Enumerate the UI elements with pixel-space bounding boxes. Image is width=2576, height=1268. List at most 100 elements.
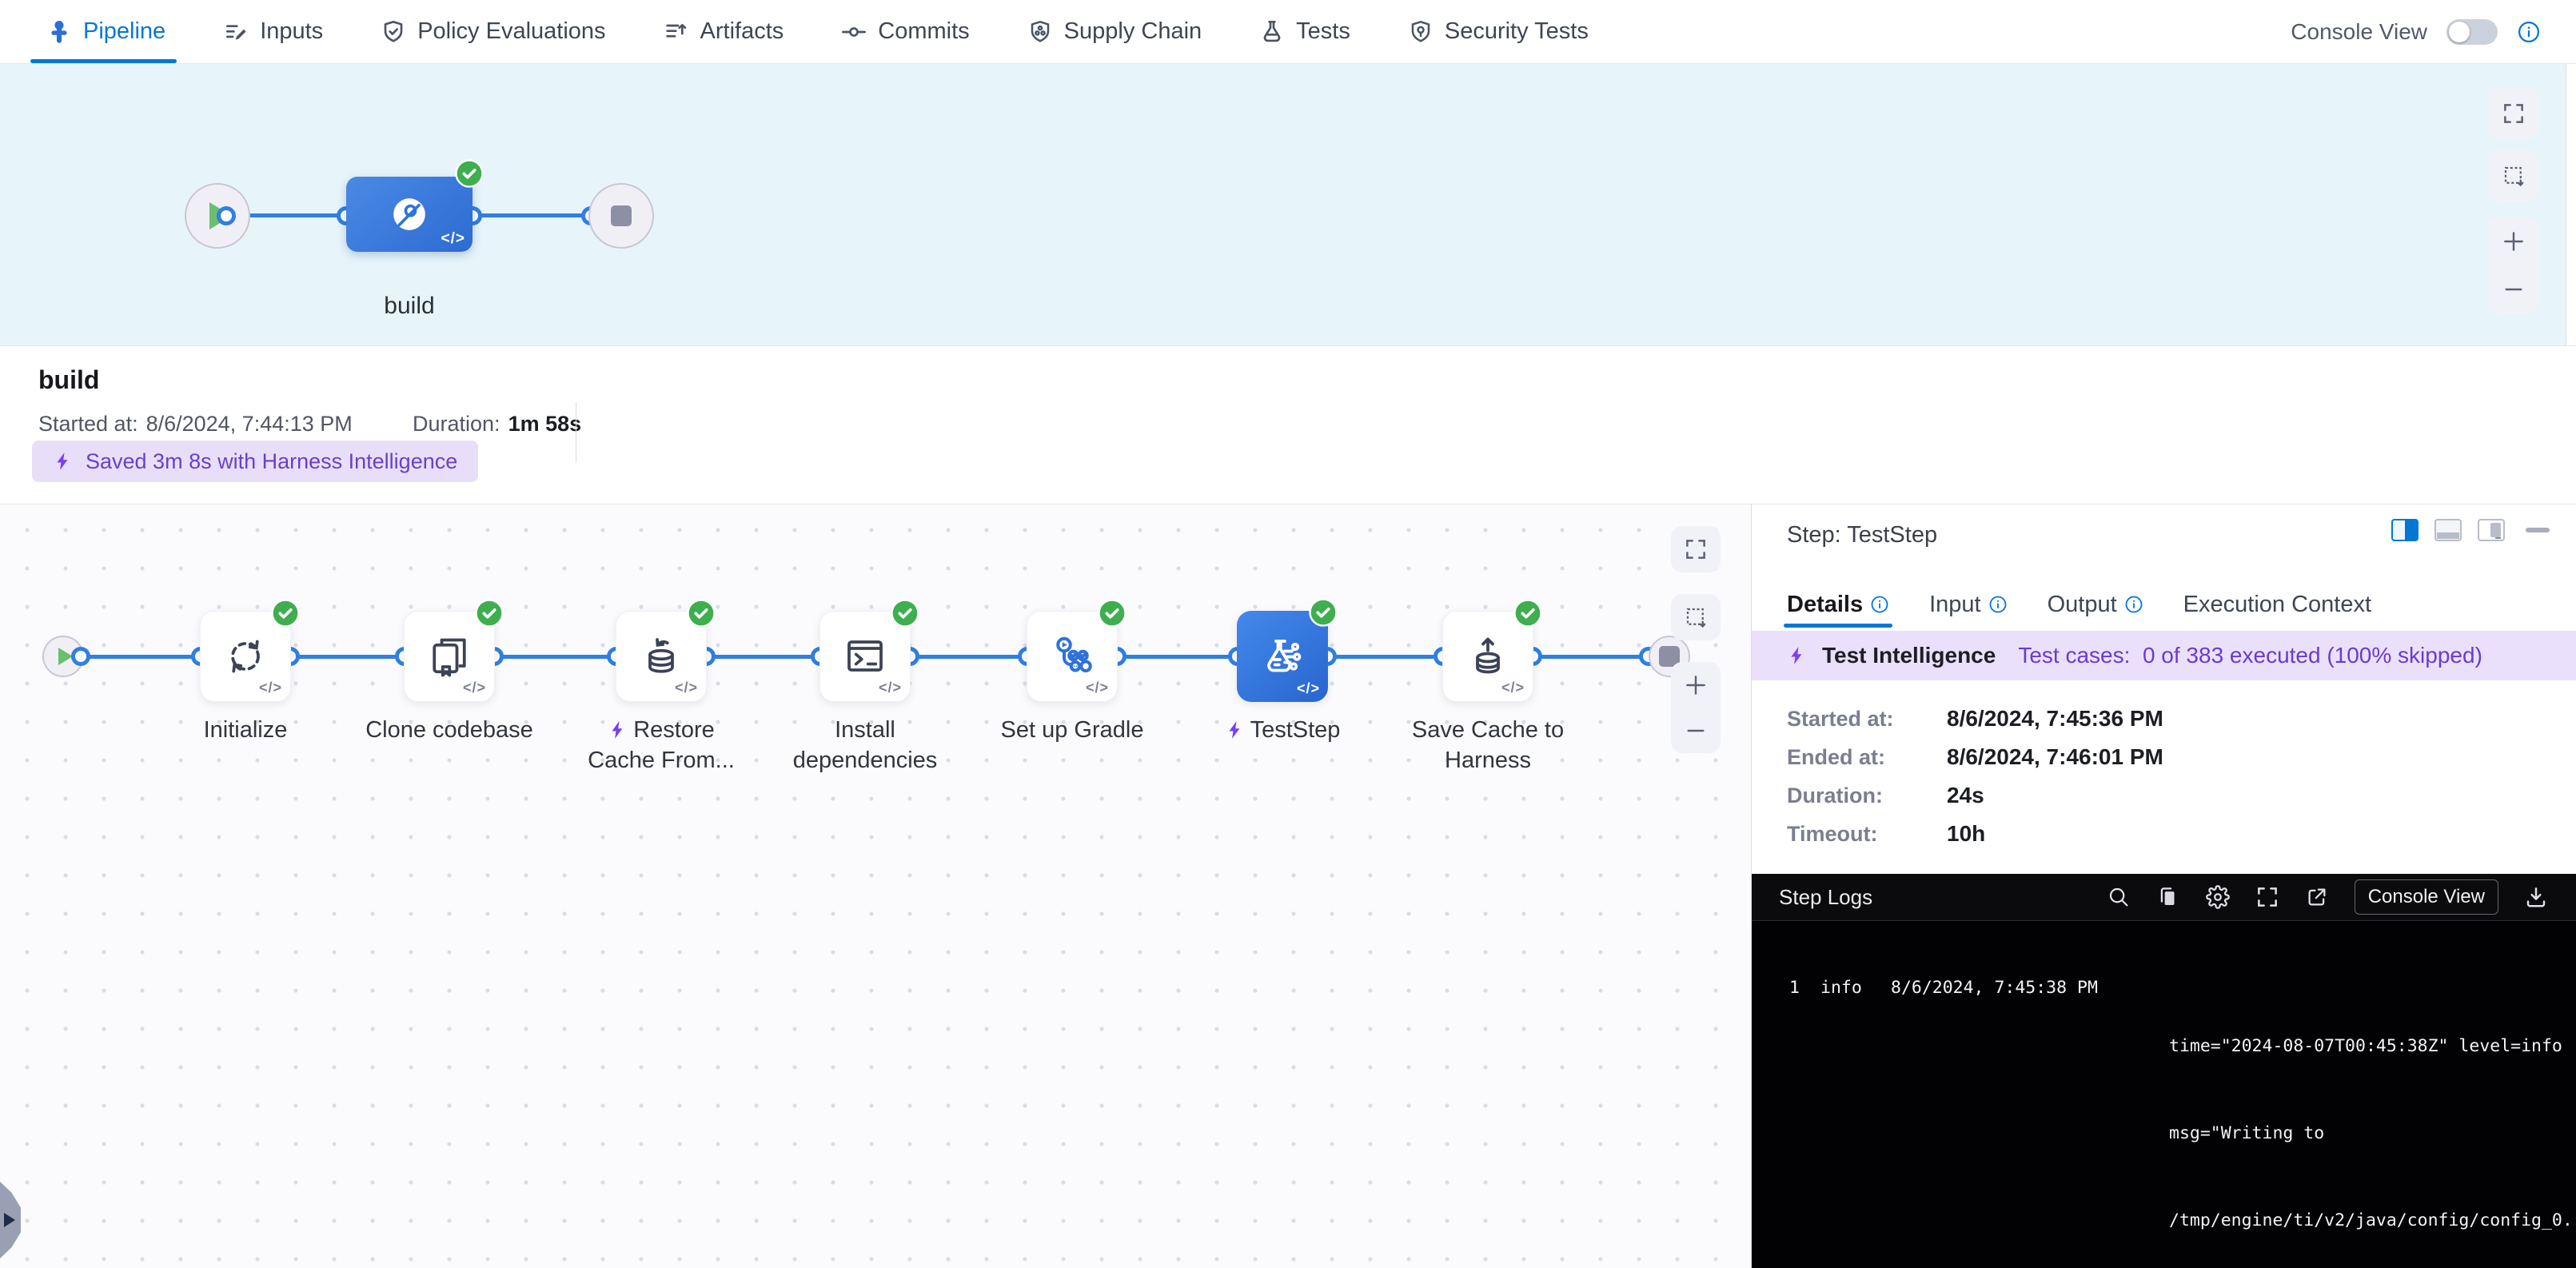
copy-icon[interactable] bbox=[2156, 885, 2180, 909]
git-commit-icon bbox=[841, 19, 867, 45]
zoom-out-button[interactable] bbox=[1671, 710, 1721, 752]
shield-check-icon bbox=[381, 19, 406, 45]
play-icon bbox=[58, 648, 73, 665]
panel-layout-controls bbox=[2391, 519, 2550, 541]
lightning-icon bbox=[53, 451, 74, 472]
tab-label: Inputs bbox=[260, 18, 323, 45]
code-glyph: </> bbox=[675, 680, 698, 696]
panel-title: Step: TestStep bbox=[1787, 522, 1937, 548]
step-node-install-dependencies[interactable]: </> bbox=[819, 611, 911, 702]
fit-to-screen-button[interactable] bbox=[2488, 88, 2539, 139]
step-logs-header: Step Logs bbox=[1752, 874, 2576, 920]
duration-label: Duration: bbox=[413, 412, 500, 437]
code-glyph: </> bbox=[879, 680, 902, 696]
fullscreen-icon[interactable] bbox=[2255, 885, 2279, 909]
shield-nodes-icon bbox=[1027, 19, 1053, 45]
connector-endpoint bbox=[217, 206, 236, 225]
toggle-knob bbox=[2449, 22, 2470, 42]
tab-pipeline[interactable]: Pipeline bbox=[46, 0, 165, 63]
top-nav: Pipeline Inputs Policy Evaluations Artif… bbox=[0, 0, 2576, 64]
info-icon[interactable] bbox=[2124, 595, 2143, 614]
console-view-control: Console View bbox=[2291, 19, 2541, 45]
detail-row-started: Started at: 8/6/2024, 7:45:36 PM bbox=[1787, 706, 2163, 732]
success-check-icon bbox=[687, 599, 716, 628]
layout-right-panel-icon[interactable] bbox=[2478, 519, 2505, 541]
log-message: time="2024-08-07T00:45:38Z" level=info m… bbox=[2169, 974, 2573, 1268]
console-view-toggle[interactable] bbox=[2446, 19, 2498, 45]
success-check-icon bbox=[475, 599, 504, 628]
info-icon[interactable] bbox=[2517, 20, 2541, 44]
tab-input[interactable]: Input bbox=[1929, 581, 2008, 628]
step-node-set-up-gradle[interactable]: </> bbox=[1027, 611, 1118, 702]
tab-security-tests[interactable]: Security Tests bbox=[1408, 0, 1589, 63]
test-intelligence-banner: Test Intelligence Test cases: 0 of 383 e… bbox=[1752, 631, 2576, 680]
console-view-button[interactable]: Console View bbox=[2355, 879, 2498, 915]
tab-label: Artifacts bbox=[700, 18, 784, 45]
tab-inputs[interactable]: Inputs bbox=[223, 0, 323, 63]
tab-label: Security Tests bbox=[1445, 18, 1589, 45]
settings-gear-icon[interactable] bbox=[2206, 885, 2230, 909]
tab-execution-context[interactable]: Execution Context bbox=[2183, 581, 2371, 628]
tab-label: Supply Chain bbox=[1064, 18, 1202, 45]
marquee-select-button[interactable] bbox=[2488, 150, 2539, 201]
success-check-icon bbox=[1098, 599, 1127, 628]
fit-to-screen-button[interactable] bbox=[1671, 526, 1721, 572]
success-check-icon bbox=[455, 159, 484, 188]
tab-commits[interactable]: Commits bbox=[841, 0, 969, 63]
lightning-icon bbox=[1225, 720, 1246, 740]
gradle-pipeline-icon bbox=[1048, 632, 1096, 680]
success-check-icon bbox=[1309, 598, 1338, 627]
inputs-icon bbox=[223, 19, 249, 45]
step-node-teststep[interactable]: </> bbox=[1237, 611, 1328, 702]
info-icon[interactable] bbox=[1988, 595, 2008, 614]
step-node-clone-codebase[interactable]: </> bbox=[404, 611, 495, 702]
log-entry: 1 info 8/6/2024, 7:45:38 PM time="2024-0… bbox=[1768, 974, 2576, 1268]
step-label-clone-codebase: Clone codebase bbox=[329, 715, 569, 745]
stage-info-strip: build Started at: 8/6/2024, 7:44:13 PM D… bbox=[0, 345, 2576, 504]
success-check-icon bbox=[891, 599, 919, 628]
marquee-select-button[interactable] bbox=[1671, 594, 1721, 640]
open-external-icon[interactable] bbox=[2305, 885, 2329, 909]
code-glyph: </> bbox=[463, 680, 486, 696]
tab-output[interactable]: Output bbox=[2048, 581, 2143, 628]
step-label-teststep: TestStep bbox=[1162, 715, 1402, 745]
panel-tabs: Details Input Output Execution Context bbox=[1787, 581, 2371, 628]
layout-bottom-split-icon[interactable] bbox=[2434, 519, 2462, 541]
log-output[interactable]: 1 info 8/6/2024, 7:45:38 PM time="2024-0… bbox=[1752, 920, 2576, 1268]
success-check-icon bbox=[271, 599, 300, 628]
stage-node-build[interactable]: </> bbox=[346, 177, 473, 252]
layout-right-split-icon[interactable] bbox=[2391, 519, 2418, 541]
duration-value: 1m 58s bbox=[508, 412, 582, 437]
connector-line bbox=[473, 213, 591, 217]
pipeline-icon bbox=[46, 19, 72, 45]
tab-artifacts[interactable]: Artifacts bbox=[664, 0, 784, 63]
zoom-in-button[interactable] bbox=[2488, 219, 2539, 264]
zoom-out-button[interactable] bbox=[2488, 267, 2539, 312]
tab-supply-chain[interactable]: Supply Chain bbox=[1027, 0, 1202, 63]
tab-details[interactable]: Details bbox=[1787, 581, 1889, 628]
step-node-restore-cache[interactable]: </> bbox=[616, 611, 707, 702]
banner-title: Test Intelligence bbox=[1822, 643, 1996, 668]
shield-scan-icon bbox=[1408, 19, 1434, 45]
step-node-initialize[interactable]: </> bbox=[200, 611, 291, 702]
code-glyph: </> bbox=[259, 680, 282, 696]
zoom-in-button[interactable] bbox=[1671, 664, 1721, 706]
started-value: 8/6/2024, 7:44:13 PM bbox=[146, 412, 353, 437]
lightning-icon bbox=[608, 720, 628, 740]
chevron-right-icon bbox=[4, 1213, 15, 1227]
stop-icon bbox=[611, 205, 632, 226]
step-details-panel: Step: TestStep Details Input O bbox=[1751, 504, 2576, 1268]
initialize-icon bbox=[221, 632, 269, 680]
info-icon[interactable] bbox=[1870, 595, 1889, 614]
step-node-save-cache[interactable]: </> bbox=[1442, 611, 1533, 702]
tab-tests[interactable]: Tests bbox=[1259, 0, 1350, 63]
code-glyph: </> bbox=[1297, 680, 1320, 697]
minimize-panel-button[interactable] bbox=[2526, 528, 2550, 532]
detail-row-ended: Ended at: 8/6/2024, 7:46:01 PM bbox=[1787, 744, 2163, 770]
download-icon[interactable] bbox=[2524, 885, 2548, 909]
step-label-set-up-gradle: Set up Gradle bbox=[952, 715, 1192, 745]
artifacts-icon bbox=[664, 19, 689, 45]
search-icon[interactable] bbox=[2107, 885, 2131, 909]
tab-policy-evaluations[interactable]: Policy Evaluations bbox=[381, 0, 605, 63]
step-label-save-cache: Save Cache to Harness bbox=[1368, 715, 1608, 776]
